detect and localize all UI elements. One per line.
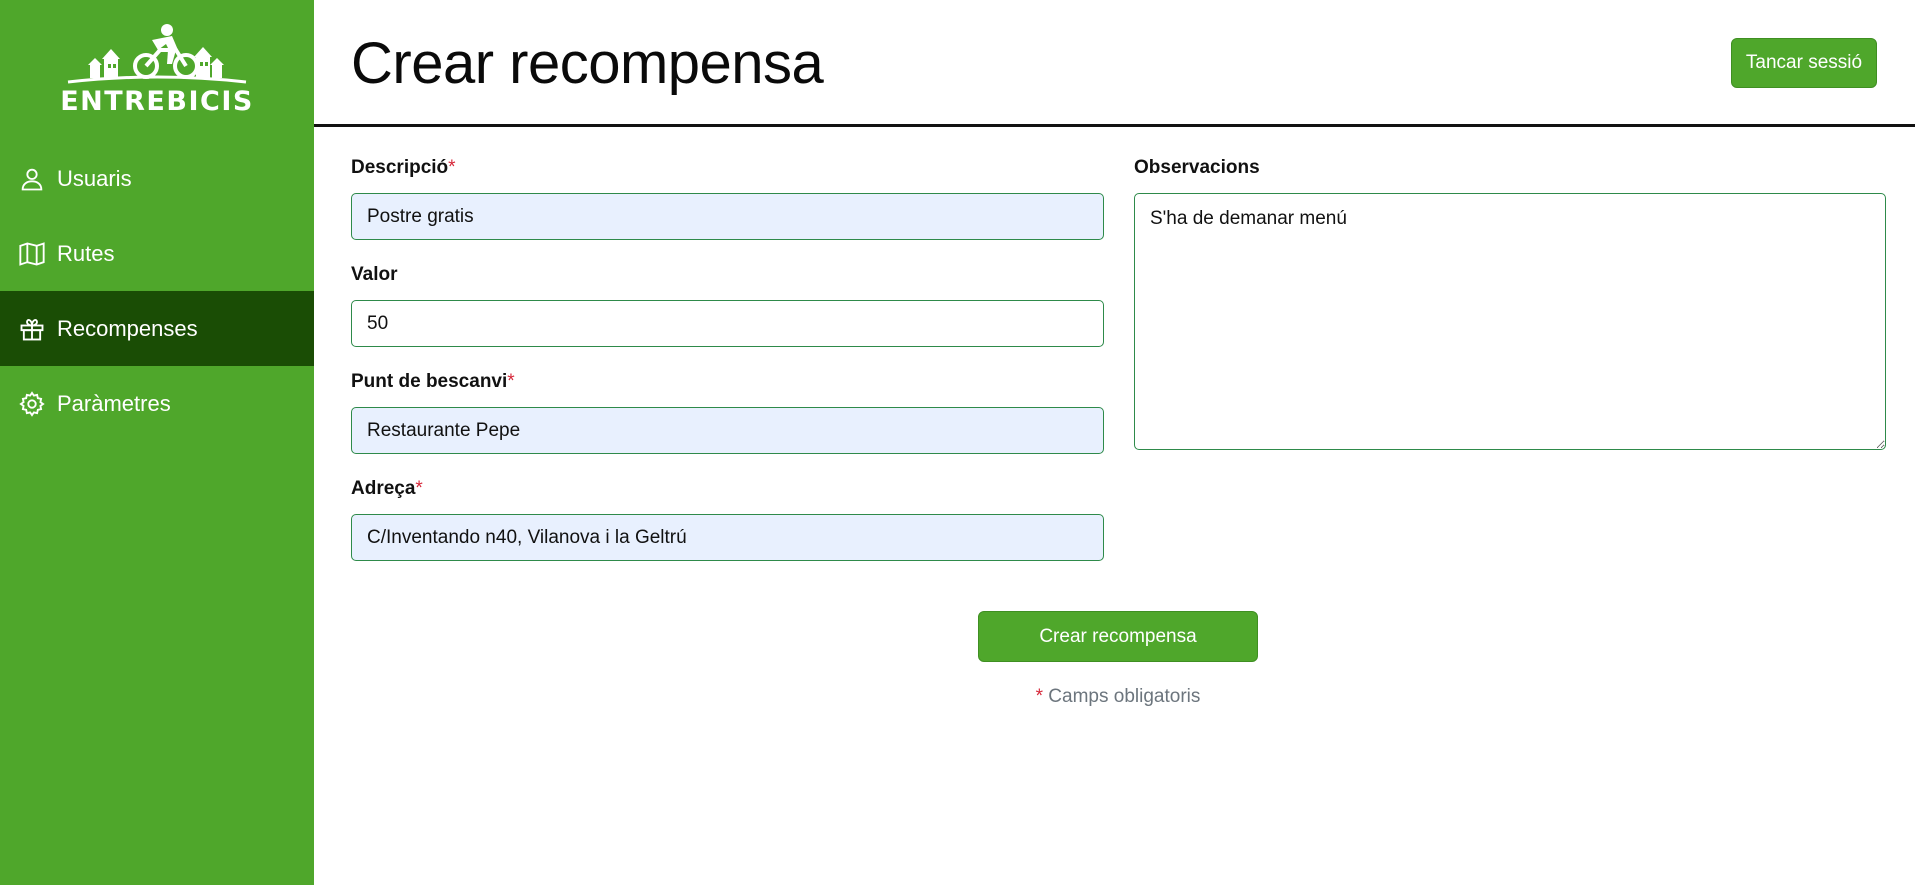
required-marker: *	[507, 371, 515, 392]
page-title: Crear recompensa	[351, 31, 824, 96]
brand-logo[interactable]: ENTREBICIS	[60, 20, 254, 120]
descripcio-label-text: Descripció	[351, 157, 449, 178]
punt-bescanvi-label: Punt de bescanvi*	[351, 371, 515, 393]
adreca-input[interactable]	[351, 514, 1104, 561]
observacions-label: Observacions	[1134, 157, 1260, 179]
observacions-label-text: Observacions	[1134, 157, 1260, 178]
required-marker: *	[448, 157, 456, 178]
cyclist-logo-icon	[67, 24, 247, 84]
crear-recompensa-button[interactable]: Crear recompensa	[978, 611, 1258, 662]
gift-icon	[20, 318, 44, 340]
sidebar-item-rutes[interactable]: Rutes	[0, 216, 314, 291]
sidebar-item-usuaris[interactable]: Usuaris	[0, 141, 314, 216]
required-note-text: Camps obligatoris	[1048, 686, 1201, 707]
valor-label: Valor	[351, 264, 397, 286]
sidebar-item-label: Usuaris	[57, 165, 132, 191]
required-fields-note: * Camps obligatoris	[978, 686, 1258, 708]
sidebar-item-recompenses[interactable]: Recompenses	[0, 291, 314, 366]
map-icon	[19, 241, 45, 266]
logout-button[interactable]: Tancar sessió	[1731, 38, 1877, 88]
adreca-label: Adreça*	[351, 478, 423, 500]
punt-bescanvi-label-text: Punt de bescanvi	[351, 371, 508, 392]
observacions-textarea[interactable]: S'ha de demanar menú	[1134, 193, 1886, 450]
valor-label-text: Valor	[351, 264, 398, 285]
sidebar-item-label: Rutes	[57, 240, 115, 266]
adreca-label-text: Adreça	[351, 478, 416, 499]
required-marker: *	[415, 478, 423, 499]
required-marker: *	[1035, 686, 1044, 707]
brand-name: ENTREBICIS	[60, 86, 254, 117]
sidebar-item-label: Paràmetres	[57, 390, 171, 416]
descripcio-label: Descripció*	[351, 157, 456, 179]
page-header: Crear recompensa Tancar sessió	[314, 0, 1915, 127]
sidebar-item-parametres[interactable]: Paràmetres	[0, 366, 314, 441]
gear-icon	[19, 390, 45, 417]
sidebar: ENTREBICIS Usuaris Rutes Recompenses Par…	[0, 0, 314, 885]
descripcio-input[interactable]	[351, 193, 1104, 240]
user-icon	[21, 168, 43, 190]
valor-input[interactable]	[351, 300, 1104, 347]
punt-bescanvi-input[interactable]	[351, 407, 1104, 454]
sidebar-item-label: Recompenses	[57, 315, 198, 341]
